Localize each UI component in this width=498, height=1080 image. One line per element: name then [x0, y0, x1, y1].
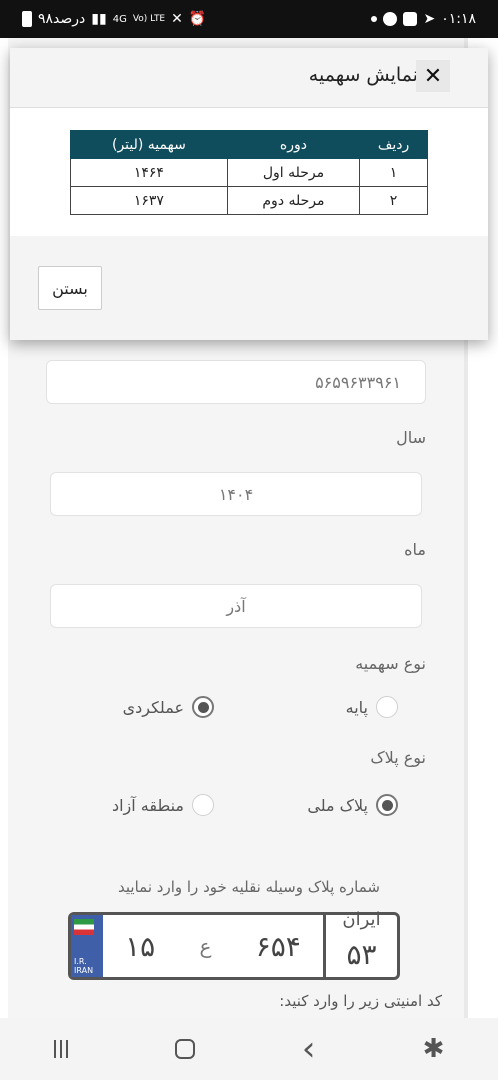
mute-icon: ✕ — [171, 11, 183, 27]
plate-region-number[interactable]: ۵۳ — [346, 938, 376, 971]
plate-option-free-zone[interactable]: منطقه آزاد — [112, 794, 214, 816]
header-period: دوره — [226, 130, 361, 159]
status-right: ➤ ۰۱:۱۸ — [371, 11, 476, 27]
id-value: ۵۶۵۹۶۳۳۹۶۱ — [315, 372, 401, 392]
plate-country-bottom: IRAN — [74, 966, 94, 975]
home-icon[interactable] — [174, 1039, 195, 1059]
radio-national-plate[interactable] — [376, 794, 398, 816]
close-button[interactable]: بستن — [38, 266, 102, 310]
cell-quota: ۱۶۳۷ — [70, 186, 228, 215]
telegram-icon: ➤ — [423, 11, 436, 27]
cell-period: مرحله اول — [226, 158, 361, 187]
month-field[interactable]: آذر — [50, 584, 422, 628]
accessibility-icon[interactable]: ✱ — [423, 1034, 445, 1064]
header-quota: سهمیه (لیتر) — [70, 130, 228, 159]
android-nav-bar: ‹ ✱ — [0, 1018, 498, 1080]
quota-option-performance-label: عملکردی — [122, 697, 184, 717]
modal-footer: بستن — [10, 236, 488, 340]
table-row: ۱ مرحله اول ۱۴۶۴ — [70, 158, 428, 187]
cell-quota: ۱۴۶۴ — [70, 158, 228, 187]
close-icon[interactable]: ✕ — [416, 60, 450, 92]
iran-flag-icon — [74, 919, 94, 935]
plate-country-top: I.R. — [74, 957, 87, 966]
quota-table: ردیف دوره سهمیه (لیتر) ۱ مرحله اول ۱۴۶۴ … — [70, 130, 428, 215]
back-icon[interactable]: ‹ — [302, 1029, 316, 1069]
notification-dot-icon — [371, 16, 378, 22]
table-header-row: ردیف دوره سهمیه (لیتر) — [70, 130, 428, 159]
quota-option-performance[interactable]: عملکردی — [123, 696, 214, 718]
quota-option-base-label: پایه — [345, 697, 368, 717]
radio-performance[interactable] — [192, 696, 214, 718]
month-label: ماه — [404, 540, 426, 559]
radio-base[interactable] — [376, 696, 398, 718]
plate-option-national-label: پلاک ملی — [307, 795, 368, 815]
captcha-label: کد امنیتی زیر را وارد کنید: — [279, 992, 442, 1010]
plate-type-label: نوع پلاک — [370, 748, 426, 767]
status-left: ۹۸درصد ▮▮ 4G Vo) LTE ✕ ⏰ — [22, 11, 206, 27]
modal-body: ردیف دوره سهمیه (لیتر) ۱ مرحله اول ۱۴۶۴ … — [10, 108, 488, 236]
battery-icon — [22, 11, 32, 27]
plate-letter[interactable]: ع — [200, 934, 212, 958]
table-row: ۲ مرحله دوم ۱۶۳۷ — [70, 186, 428, 215]
facebook-icon — [383, 12, 398, 26]
status-bar: ۹۸درصد ▮▮ 4G Vo) LTE ✕ ⏰ ➤ ۰۱:۱۸ — [0, 0, 498, 38]
license-plate-input[interactable]: I.R. IRAN ۱۵ ع ۶۵۴ ایران ۵۳ — [68, 909, 400, 980]
battery-text: ۹۸درصد — [38, 11, 86, 27]
id-field[interactable]: ۵۶۵۹۶۳۳۹۶۱ — [46, 360, 426, 404]
plate-region-label: ایران — [342, 909, 381, 930]
plate-hint: شماره پلاک وسیله نقلیه خود را وارد نمایی… — [118, 878, 380, 896]
header-row-number: ردیف — [359, 130, 428, 159]
plate-left-number[interactable]: ۱۵ — [125, 930, 155, 963]
modal-header: نمایش سهمیه ✕ — [10, 48, 488, 108]
year-value: ۱۴۰۴ — [218, 484, 254, 504]
network-volte: Vo) LTE — [132, 14, 166, 24]
cell-row-number: ۱ — [359, 158, 428, 187]
radio-free-zone[interactable] — [192, 794, 214, 816]
cell-row-number: ۲ — [359, 186, 428, 215]
plate-main: ۱۵ ع ۶۵۴ — [103, 915, 323, 977]
plate-country-strip: I.R. IRAN — [71, 915, 103, 977]
month-value: آذر — [226, 596, 246, 616]
plate-option-free-zone-label: منطقه آزاد — [111, 795, 184, 815]
year-label: سال — [396, 428, 426, 447]
quota-option-base[interactable]: پایه — [346, 696, 398, 718]
network-4g: 4G — [112, 13, 127, 25]
plate-region: ایران ۵۳ — [323, 909, 397, 977]
clock-time: ۰۱:۱۸ — [441, 11, 476, 27]
modal-title: نمایش سهمیه — [308, 64, 418, 86]
recent-apps-icon[interactable] — [53, 1040, 68, 1058]
signal-icon: ▮▮ — [91, 11, 107, 27]
plate-middle-number[interactable]: ۶۵۴ — [256, 930, 301, 963]
plate-option-national[interactable]: پلاک ملی — [307, 794, 398, 816]
quota-type-label: نوع سهمیه — [355, 654, 426, 673]
gallery-icon — [403, 12, 418, 26]
cell-period: مرحله دوم — [226, 186, 361, 215]
alarm-icon: ⏰ — [188, 11, 207, 27]
quota-modal: نمایش سهمیه ✕ ردیف دوره سهمیه (لیتر) ۱ م… — [10, 48, 488, 340]
year-field[interactable]: ۱۴۰۴ — [50, 472, 422, 516]
